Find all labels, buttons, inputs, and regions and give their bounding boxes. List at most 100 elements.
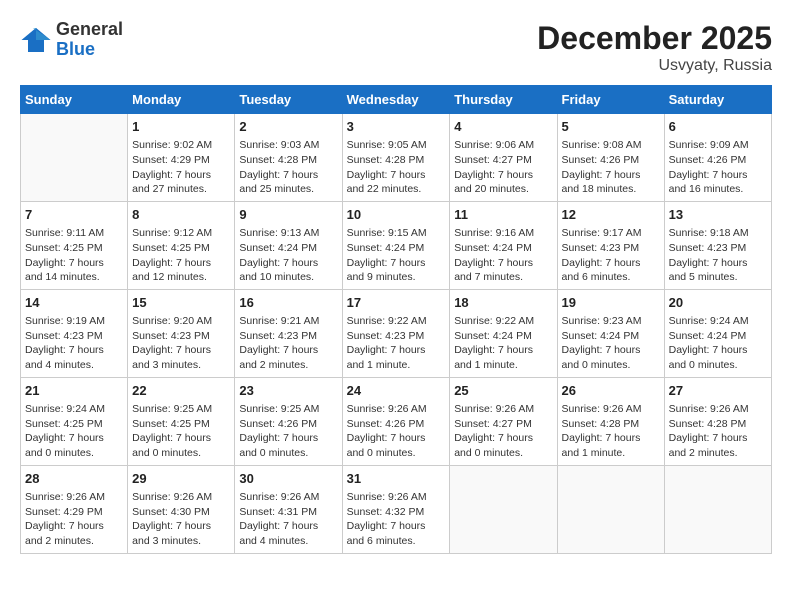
day-info: Sunrise: 9:26 AM Sunset: 4:28 PM Dayligh… [669,402,767,461]
calendar-cell: 22Sunrise: 9:25 AM Sunset: 4:25 PM Dayli… [128,377,235,465]
calendar-header-wednesday: Wednesday [342,86,450,114]
day-info: Sunrise: 9:20 AM Sunset: 4:23 PM Dayligh… [132,314,230,373]
calendar-cell: 23Sunrise: 9:25 AM Sunset: 4:26 PM Dayli… [235,377,342,465]
calendar-cell: 29 Sunrise: 9:26 AM Sunset: 4:30 PM Dayli… [128,465,235,553]
day-info: Sunrise: 9:17 AM Sunset: 4:23 PM Dayligh… [562,226,660,285]
day-number: 1 [132,118,230,136]
day-info: Sunrise: 9:08 AM Sunset: 4:26 PM Dayligh… [562,138,660,197]
calendar-cell: 16 Sunrise: 9:21 AM Sunset: 4:23 PM Dayli… [235,289,342,377]
calendar-cell: 30Sunrise: 9:26 AM Sunset: 4:31 PM Dayli… [235,465,342,553]
day-number: 25 [454,382,552,400]
calendar-cell: 31Sunrise: 9:26 AM Sunset: 4:32 PM Dayli… [342,465,450,553]
day-info: Sunrise: 9:26 AM Sunset: 4:30 PM Dayligh… [132,490,230,549]
day-number: 14 [25,294,123,312]
day-number: 11 [454,206,552,224]
day-number: 10 [347,206,446,224]
calendar-header-sunday: Sunday [21,86,128,114]
logo-general: General [56,19,123,39]
day-info: Sunrise: 9:26 AM Sunset: 4:27 PM Dayligh… [454,402,552,461]
page-header: General Blue December 2025 Usvyaty, Russ… [20,20,772,75]
day-number: 29 [132,470,230,488]
calendar-cell: 20 Sunrise: 9:24 AM Sunset: 4:24 PM Dayli… [664,289,771,377]
calendar-week-row: 7 Sunrise: 9:11 AM Sunset: 4:25 PM Daylig… [21,201,772,289]
day-info: Sunrise: 9:26 AM Sunset: 4:32 PM Dayligh… [347,490,446,549]
day-number: 2 [239,118,337,136]
day-number: 4 [454,118,552,136]
day-number: 22 [132,382,230,400]
day-number: 8 [132,206,230,224]
day-info: Sunrise: 9:24 AM Sunset: 4:24 PM Dayligh… [669,314,767,373]
calendar-cell: 21 Sunrise: 9:24 AM Sunset: 4:25 PM Dayli… [21,377,128,465]
day-number: 3 [347,118,446,136]
day-info: Sunrise: 9:26 AM Sunset: 4:26 PM Dayligh… [347,402,446,461]
calendar-header-monday: Monday [128,86,235,114]
calendar-header-tuesday: Tuesday [235,86,342,114]
day-number: 7 [25,206,123,224]
calendar-cell: 6 Sunrise: 9:09 AM Sunset: 4:26 PM Daylig… [664,114,771,202]
calendar-week-row: 28 Sunrise: 9:26 AM Sunset: 4:29 PM Dayli… [21,465,772,553]
day-info: Sunrise: 9:13 AM Sunset: 4:24 PM Dayligh… [239,226,337,285]
day-info: Sunrise: 9:09 AM Sunset: 4:26 PM Dayligh… [669,138,767,197]
day-info: Sunrise: 9:05 AM Sunset: 4:28 PM Dayligh… [347,138,446,197]
day-number: 12 [562,206,660,224]
day-info: Sunrise: 9:21 AM Sunset: 4:23 PM Dayligh… [239,314,337,373]
calendar-cell: 8 Sunrise: 9:12 AM Sunset: 4:25 PM Daylig… [128,201,235,289]
day-number: 21 [25,382,123,400]
day-number: 28 [25,470,123,488]
calendar-cell: 4Sunrise: 9:06 AM Sunset: 4:27 PM Daylig… [450,114,557,202]
calendar-cell: 19 Sunrise: 9:23 AM Sunset: 4:24 PM Dayli… [557,289,664,377]
calendar-cell: 9 Sunrise: 9:13 AM Sunset: 4:24 PM Daylig… [235,201,342,289]
calendar-cell: 17Sunrise: 9:22 AM Sunset: 4:23 PM Dayli… [342,289,450,377]
day-number: 18 [454,294,552,312]
calendar-header-friday: Friday [557,86,664,114]
day-number: 13 [669,206,767,224]
calendar-cell: 13 Sunrise: 9:18 AM Sunset: 4:23 PM Dayli… [664,201,771,289]
day-info: Sunrise: 9:22 AM Sunset: 4:24 PM Dayligh… [454,314,552,373]
day-number: 5 [562,118,660,136]
day-number: 9 [239,206,337,224]
day-info: Sunrise: 9:03 AM Sunset: 4:28 PM Dayligh… [239,138,337,197]
location: Usvyaty, Russia [537,57,772,75]
day-info: Sunrise: 9:12 AM Sunset: 4:25 PM Dayligh… [132,226,230,285]
day-number: 23 [239,382,337,400]
day-info: Sunrise: 9:18 AM Sunset: 4:23 PM Dayligh… [669,226,767,285]
calendar-cell: 18 Sunrise: 9:22 AM Sunset: 4:24 PM Dayli… [450,289,557,377]
calendar-week-row: 14Sunrise: 9:19 AM Sunset: 4:23 PM Dayli… [21,289,772,377]
logo-blue: Blue [56,39,95,59]
calendar-cell: 7 Sunrise: 9:11 AM Sunset: 4:25 PM Daylig… [21,201,128,289]
day-number: 20 [669,294,767,312]
calendar-cell: 12 Sunrise: 9:17 AM Sunset: 4:23 PM Dayli… [557,201,664,289]
logo-text: General Blue [56,20,123,60]
calendar-cell: 3 Sunrise: 9:05 AM Sunset: 4:28 PM Daylig… [342,114,450,202]
calendar-week-row: 21 Sunrise: 9:24 AM Sunset: 4:25 PM Dayli… [21,377,772,465]
calendar-cell [557,465,664,553]
calendar-cell [664,465,771,553]
day-info: Sunrise: 9:16 AM Sunset: 4:24 PM Dayligh… [454,226,552,285]
calendar-cell: 28 Sunrise: 9:26 AM Sunset: 4:29 PM Dayli… [21,465,128,553]
day-info: Sunrise: 9:26 AM Sunset: 4:29 PM Dayligh… [25,490,123,549]
day-info: Sunrise: 9:24 AM Sunset: 4:25 PM Dayligh… [25,402,123,461]
day-number: 16 [239,294,337,312]
day-info: Sunrise: 9:23 AM Sunset: 4:24 PM Dayligh… [562,314,660,373]
calendar-cell: 2 Sunrise: 9:03 AM Sunset: 4:28 PM Daylig… [235,114,342,202]
day-number: 6 [669,118,767,136]
calendar-table: SundayMondayTuesdayWednesdayThursdayFrid… [20,85,772,554]
title-block: December 2025 Usvyaty, Russia [537,20,772,75]
day-number: 26 [562,382,660,400]
day-number: 19 [562,294,660,312]
day-info: Sunrise: 9:11 AM Sunset: 4:25 PM Dayligh… [25,226,123,285]
calendar-cell: 11 Sunrise: 9:16 AM Sunset: 4:24 PM Dayli… [450,201,557,289]
calendar-cell: 5 Sunrise: 9:08 AM Sunset: 4:26 PM Daylig… [557,114,664,202]
calendar-cell: 24 Sunrise: 9:26 AM Sunset: 4:26 PM Dayli… [342,377,450,465]
day-number: 27 [669,382,767,400]
calendar-cell: 25 Sunrise: 9:26 AM Sunset: 4:27 PM Dayli… [450,377,557,465]
day-number: 24 [347,382,446,400]
day-info: Sunrise: 9:15 AM Sunset: 4:24 PM Dayligh… [347,226,446,285]
calendar-header-saturday: Saturday [664,86,771,114]
day-info: Sunrise: 9:26 AM Sunset: 4:28 PM Dayligh… [562,402,660,461]
calendar-cell: 27 Sunrise: 9:26 AM Sunset: 4:28 PM Dayli… [664,377,771,465]
day-number: 17 [347,294,446,312]
calendar-week-row: 1Sunrise: 9:02 AM Sunset: 4:29 PM Daylig… [21,114,772,202]
day-number: 15 [132,294,230,312]
calendar-header-thursday: Thursday [450,86,557,114]
